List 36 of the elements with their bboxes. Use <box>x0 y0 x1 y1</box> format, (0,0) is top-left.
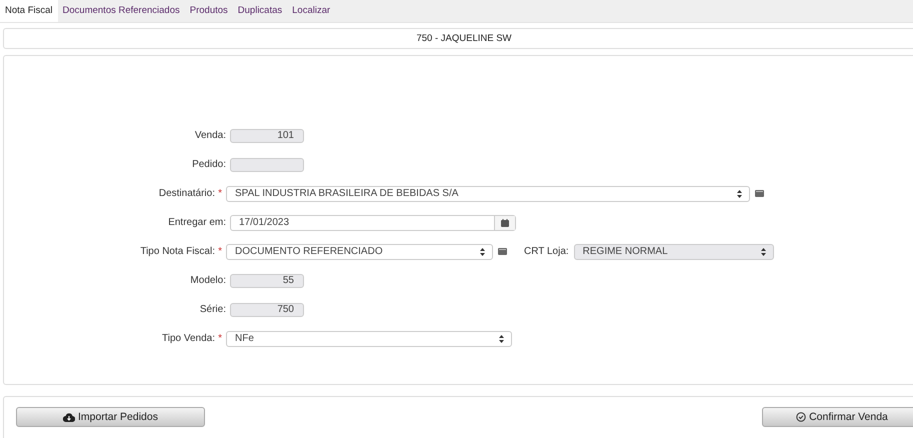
field-label: Venda: <box>194 130 226 141</box>
readonly-field: 750 <box>230 302 304 316</box>
tab[interactable]: Nota Fiscal <box>0 0 58 22</box>
cloud-icon <box>63 412 76 422</box>
required-mark: * <box>218 333 222 344</box>
field-label: CRT Loja: <box>524 246 569 257</box>
field-label: Entregar em: <box>168 217 226 228</box>
date-field[interactable]: 17/01/2023 <box>230 214 516 230</box>
check-circle-icon <box>796 412 806 422</box>
caret-icon <box>737 190 742 198</box>
readonly-field: 55 <box>230 274 304 288</box>
caret-icon <box>480 248 485 256</box>
tab[interactable]: Produtos <box>184 0 233 22</box>
select-field[interactable]: NFe <box>226 330 512 346</box>
field-label: Série: <box>200 304 226 315</box>
required-mark: * <box>218 246 222 257</box>
card-icon[interactable] <box>755 190 764 197</box>
field-label: Tipo Venda: <box>162 333 215 344</box>
import-button[interactable]: Importar Pedidos <box>16 407 205 427</box>
field-label: Tipo Nota Fiscal: <box>140 246 215 257</box>
field-label: Pedido: <box>192 159 226 170</box>
caret-icon <box>499 334 504 342</box>
card-icon[interactable] <box>498 248 507 255</box>
confirm-button[interactable]: Confirmar Venda <box>762 407 913 427</box>
calendar-icon[interactable] <box>501 218 509 226</box>
readonly-field: 101 <box>230 128 304 142</box>
tab[interactable]: Duplicatas <box>232 0 288 22</box>
select-field[interactable]: DOCUMENTO REFERENCIADO <box>226 244 493 260</box>
caret-icon <box>760 248 766 256</box>
field-label: Destinatário: <box>158 188 215 199</box>
tab[interactable]: Localizar <box>287 0 336 22</box>
tab[interactable]: Documentos Referenciados <box>58 0 185 22</box>
page-title: 750 - JAQUELINE SW <box>416 33 512 44</box>
required-mark: * <box>218 188 222 199</box>
select-field[interactable]: SPAL INDUSTRIA BRASILEIRA DE BEBIDAS S/A <box>226 186 750 202</box>
field-label: Modelo: <box>190 275 226 286</box>
